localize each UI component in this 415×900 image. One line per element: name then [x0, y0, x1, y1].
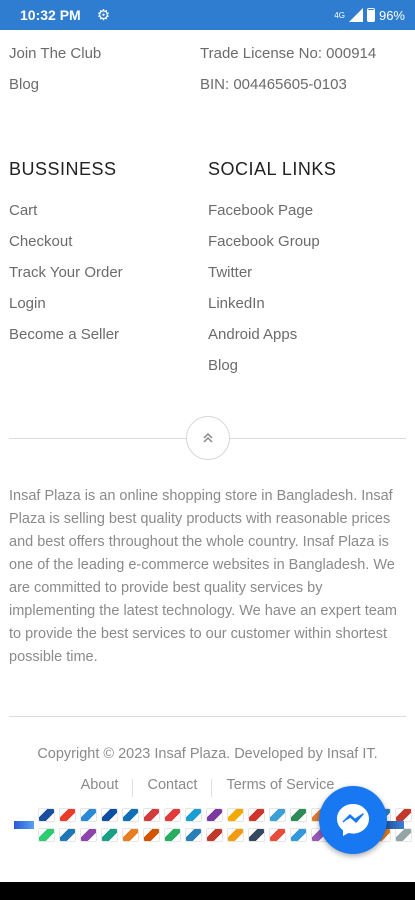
payment-method-icon: [206, 808, 223, 822]
payment-method-icon: [59, 808, 76, 822]
separator: [132, 779, 134, 797]
bin-number: BIN: 004465605-0103: [200, 76, 347, 93]
payment-method-icon: [269, 808, 286, 822]
blog-link[interactable]: Blog: [9, 69, 101, 100]
payment-method-icon: [143, 808, 160, 822]
payment-method-icon: [80, 808, 97, 822]
facebook-page-link[interactable]: Facebook Page: [208, 195, 336, 226]
payment-brand-logo: [14, 821, 34, 829]
login-link[interactable]: Login: [9, 288, 123, 319]
social-section: SOCIAL LINKS Facebook Page Facebook Grou…: [208, 154, 336, 381]
about-text: Insaf Plaza is an online shopping store …: [9, 488, 397, 665]
payment-method-icon: [38, 828, 55, 842]
messenger-chat-button[interactable]: [319, 786, 387, 854]
linkedin-link[interactable]: LinkedIn: [208, 288, 336, 319]
payment-method-icon: [290, 808, 307, 822]
payment-method-icon: [122, 828, 139, 842]
payment-method-icon: [185, 828, 202, 842]
facebook-group-link[interactable]: Facebook Group: [208, 226, 336, 257]
business-section: BUSSINESS Cart Checkout Track Your Order…: [9, 154, 123, 350]
social-blog-link[interactable]: Blog: [208, 350, 336, 381]
signal-icon: [348, 8, 363, 22]
status-bar: 10:32 PM ⚙ 4G 96%: [0, 0, 415, 30]
payment-method-icon: [269, 828, 286, 842]
track-order-link[interactable]: Track Your Order: [9, 257, 123, 288]
payment-method-icon: [164, 808, 181, 822]
android-apps-link[interactable]: Android Apps: [208, 319, 336, 350]
payment-method-icon: [395, 828, 412, 842]
settings-gear-icon: ⚙: [96, 7, 111, 24]
copyright-text: Copyright © 2023 Insaf Plaza. Developed …: [37, 746, 378, 762]
payment-method-icon: [248, 828, 265, 842]
payment-method-icon: [185, 808, 202, 822]
top-left-links: Join The Club Blog: [9, 38, 101, 100]
payment-method-icon: [227, 828, 244, 842]
checkout-link[interactable]: Checkout: [9, 226, 123, 257]
status-time: 10:32 PM: [20, 7, 81, 23]
payment-method-icon: [248, 808, 265, 822]
terms-link[interactable]: Terms of Service: [226, 777, 334, 797]
social-heading: SOCIAL LINKS: [208, 159, 337, 179]
payment-method-icon: [143, 828, 160, 842]
contact-link[interactable]: Contact: [147, 777, 197, 797]
company-info: Trade License No: 000914 BIN: 004465605-…: [200, 38, 376, 100]
about-link[interactable]: About: [81, 777, 119, 797]
twitter-link[interactable]: Twitter: [208, 257, 336, 288]
payment-method-icon: [122, 808, 139, 822]
payment-brand-logo: [384, 821, 404, 829]
payment-method-icon: [101, 808, 118, 822]
payment-method-icon: [59, 828, 76, 842]
business-heading: BUSSINESS: [9, 159, 117, 179]
messenger-icon: [337, 804, 369, 836]
status-right-icons: 4G 96%: [334, 8, 405, 23]
separator: [211, 779, 213, 797]
cart-link[interactable]: Cart: [9, 195, 123, 226]
system-navigation-bar: [0, 882, 415, 900]
payment-method-icon: [80, 828, 97, 842]
battery-icon: [366, 8, 375, 22]
become-seller-link[interactable]: Become a Seller: [9, 319, 123, 350]
network-type: 4G: [334, 10, 345, 20]
payment-method-icon: [227, 808, 244, 822]
payment-method-icon: [395, 808, 412, 822]
payment-method-icon: [101, 828, 118, 842]
divider-bottom: [9, 716, 406, 717]
join-club-link[interactable]: Join The Club: [9, 38, 101, 69]
payment-method-icon: [206, 828, 223, 842]
double-chevron-up-icon: [203, 432, 213, 443]
battery-percent: 96%: [378, 7, 405, 23]
scroll-to-top-button[interactable]: [186, 416, 230, 460]
trade-license: Trade License No: 000914: [200, 45, 377, 62]
payment-method-icon: [290, 828, 307, 842]
payment-method-icon: [164, 828, 181, 842]
payment-method-icon: [38, 808, 55, 822]
